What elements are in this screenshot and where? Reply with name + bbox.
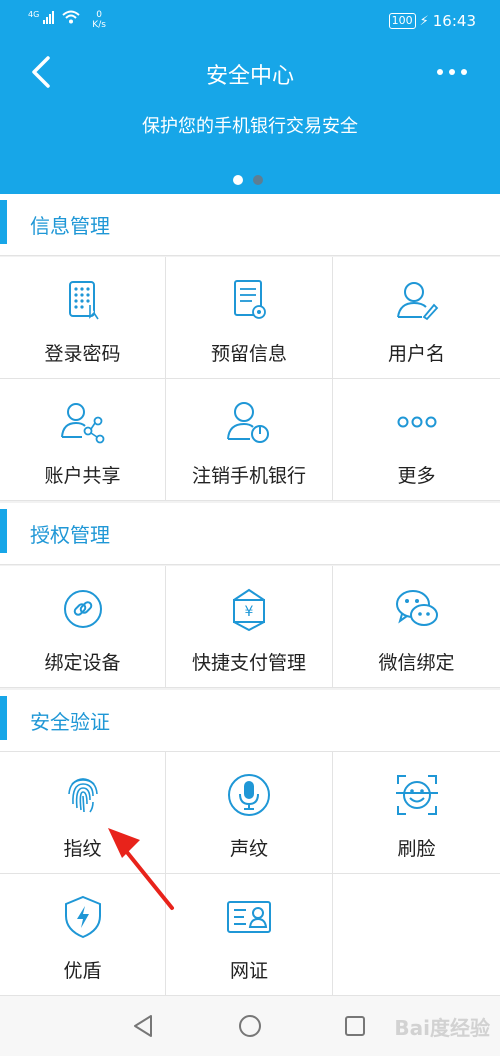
battery-icon: 100 [388, 13, 416, 29]
grid-item-label: 账户共享 [44, 465, 121, 487]
face-scan-icon [395, 775, 438, 815]
grid-item-bind-device[interactable]: 绑定设备 [0, 566, 166, 688]
grid-item-login-password[interactable]: 登录密码 [0, 257, 166, 379]
grid-item-label: 声纹 [229, 838, 268, 860]
link-icon [63, 590, 102, 628]
wechat-icon [395, 590, 438, 626]
shield-bolt-icon [64, 895, 101, 939]
section-title: 安全验证 [30, 710, 110, 734]
svg-text:¥: ¥ [245, 604, 254, 620]
grid-item-empty [333, 874, 500, 996]
security-verify-grid: 指纹 声纹 刷脸 优盾 网证 [0, 752, 500, 996]
nav-recents-button[interactable] [344, 1015, 366, 1037]
grid-item-label: 登录密码 [44, 343, 121, 365]
watermark: Bai度经验 [394, 1016, 490, 1040]
user-power-icon [227, 402, 269, 443]
section-title: 授权管理 [30, 523, 110, 547]
wifi-icon [62, 10, 80, 24]
page-title: 安全中心 [205, 64, 294, 89]
user-share-icon [60, 403, 104, 444]
carousel-indicator [233, 175, 263, 185]
status-bar: 4G 0 K/s 100 ⚡ 16:43 [0, 0, 500, 42]
section-header: 信息管理 [0, 194, 500, 256]
signal-icon [43, 10, 55, 24]
grid-item-net-cert[interactable]: 网证 [166, 874, 333, 996]
grid-item-label: 预留信息 [210, 343, 287, 365]
grid-item-label: 绑定设备 [44, 652, 121, 674]
microphone-icon [228, 774, 270, 816]
section-accent-bar [0, 200, 7, 244]
grid-item-wechat-bind[interactable]: 微信绑定 [333, 566, 500, 688]
grid-item-label: 更多 [397, 465, 436, 487]
info-management-grid: 登录密码 预留信息 用户名 账户共享 注销手机银行 更多 [0, 257, 500, 501]
grid-item-face-scan[interactable]: 刷脸 [333, 752, 500, 874]
grid-item-reserved-info[interactable]: 预留信息 [166, 257, 333, 379]
user-edit-icon [396, 282, 438, 321]
clock: 16:43 [432, 12, 476, 30]
carousel-dot-active [233, 175, 243, 185]
speed-indicator: 0 K/s [92, 10, 106, 30]
section-header: 安全验证 [0, 690, 500, 752]
section-accent-bar [0, 509, 7, 553]
charging-icon: ⚡ [419, 13, 429, 29]
document-gear-icon [234, 280, 266, 319]
section-title: 信息管理 [30, 214, 110, 238]
grid-item-quick-pay[interactable]: ¥ 快捷支付管理 [166, 566, 333, 688]
section-accent-bar [0, 696, 7, 740]
grid-item-username[interactable]: 用户名 [333, 257, 500, 379]
yuan-payment-icon: ¥ [233, 588, 265, 632]
network-type: 4G [28, 10, 40, 19]
grid-item-label: 用户名 [387, 343, 445, 365]
grid-item-deregister[interactable]: 注销手机银行 [166, 379, 333, 501]
grid-item-label: 刷脸 [397, 838, 436, 860]
grid-item-voiceprint[interactable]: 声纹 [166, 752, 333, 874]
id-card-icon [227, 901, 271, 933]
authorization-grid: 绑定设备 ¥ 快捷支付管理 微信绑定 [0, 566, 500, 688]
nav-back-button[interactable] [132, 1014, 154, 1038]
section-header: 授权管理 [0, 503, 500, 565]
grid-item-label: 微信绑定 [378, 652, 455, 674]
keypad-icon [68, 281, 99, 320]
grid-item-label: 注销手机银行 [191, 465, 306, 487]
nav-home-button[interactable] [238, 1014, 262, 1038]
page-subtitle: 保护您的手机银行交易安全 [142, 116, 358, 137]
grid-item-more[interactable]: 更多 [333, 379, 500, 501]
grid-item-account-share[interactable]: 账户共享 [0, 379, 166, 501]
more-menu-button[interactable] [432, 58, 472, 86]
header: 4G 0 K/s 100 ⚡ 16:43 安全中心 保护您的手机银行交易安全 [0, 0, 500, 194]
grid-item-label: 网证 [229, 960, 268, 982]
annotation-arrow [108, 828, 174, 910]
carousel-dot [253, 175, 263, 185]
grid-item-label: 优盾 [63, 960, 102, 982]
fingerprint-icon [67, 778, 98, 813]
grid-item-label: 快捷支付管理 [191, 652, 306, 674]
more-dots-icon [397, 416, 436, 428]
